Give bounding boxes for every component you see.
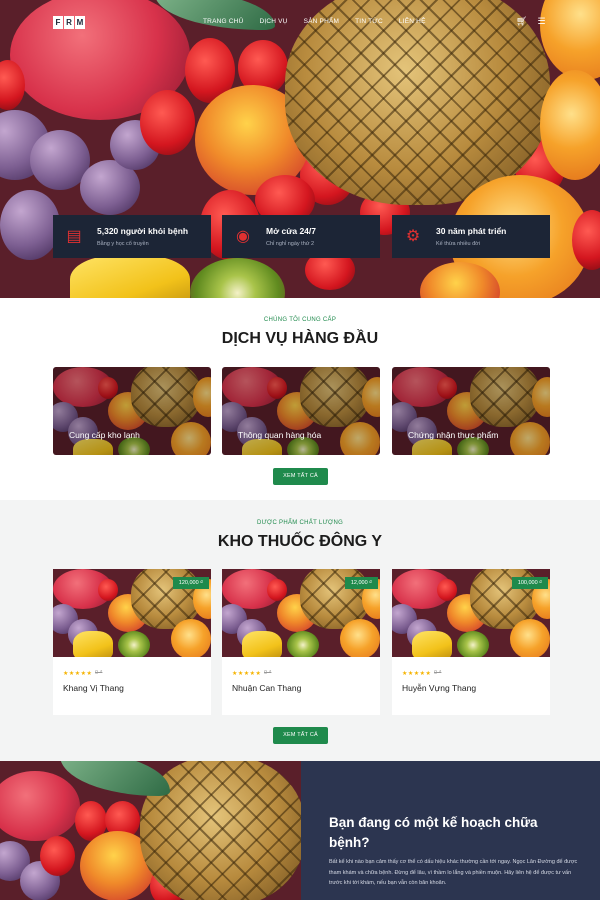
services-title: DỊCH VỤ HÀNG ĐẦU bbox=[221, 330, 379, 347]
product-card[interactable]: 12,000 ₫ ★★★★★ 0 ₫ Nhuận Can Thang bbox=[222, 569, 380, 715]
menu-item-news[interactable]: TIN TỨC bbox=[355, 18, 383, 25]
menu-item-services[interactable]: DỊCH VỤ bbox=[259, 18, 287, 25]
stat-subtitle: Chỉ nghỉ ngày thứ 2 bbox=[266, 241, 315, 247]
logo-letter: F bbox=[53, 16, 63, 29]
product-card[interactable]: 120,000 ₫ ★★★★★ 0 ₫ Khang Vị Thang bbox=[53, 569, 211, 715]
top-navigation: F R M TRANG CHỦ DỊCH VỤ SẢN PHẨM TIN TỨC… bbox=[0, 0, 600, 44]
stat-subtitle: Kế thừa nhiều đời bbox=[436, 241, 480, 247]
logo-letter: R bbox=[64, 16, 74, 29]
gear-icon: ⚙ bbox=[405, 227, 421, 245]
menu-item-home[interactable]: TRANG CHỦ bbox=[203, 18, 243, 25]
stat-title: 30 năm phát triển bbox=[436, 226, 507, 236]
service-card-food-certification[interactable]: Chứng nhận thực phẩm bbox=[392, 367, 550, 455]
products-title: KHO THUỐC ĐÔNG Y bbox=[217, 533, 383, 550]
site-logo[interactable]: F R M bbox=[53, 16, 85, 29]
cta-title: Bạn đang có một kế hoạch chữa bệnh? bbox=[329, 815, 538, 850]
rating-stars: ★★★★★ bbox=[63, 671, 93, 677]
menu-item-products[interactable]: SẢN PHẨM bbox=[304, 18, 340, 25]
stat-subtitle: Bằng y học cổ truyền bbox=[97, 241, 149, 247]
nav-icons: 🛒︎ ☰ bbox=[516, 16, 546, 26]
main-menu: TRANG CHỦ DỊCH VỤ SẢN PHẨM TIN TỨC LIÊN … bbox=[203, 18, 426, 25]
price-badge: 100,000 ₫ bbox=[511, 577, 548, 589]
stat-card-hours: ◉ Mở cửa 24/7 Chỉ nghỉ ngày thứ 2 bbox=[222, 215, 380, 258]
service-title: Chứng nhận thực phẩm bbox=[408, 430, 499, 440]
cta-panel: Bạn đang có một kế hoạch chữa bệnh? Bất … bbox=[301, 761, 600, 900]
products-label: DƯỢC PHẨM CHẤT LƯỢNG bbox=[256, 520, 344, 526]
old-price: 0 ₫ bbox=[264, 670, 272, 676]
price-badge: 12,000 ₫ bbox=[344, 577, 378, 589]
cta-text: Bất kể khi nào bạn cảm thấy cơ thể có dấ… bbox=[329, 859, 578, 886]
services-label: CHÚNG TÔI CUNG CẤP bbox=[263, 317, 337, 323]
service-card-customs[interactable]: Thông quan hàng hóa bbox=[222, 367, 380, 455]
rating-stars: ★★★★★ bbox=[232, 671, 262, 677]
logo-letter: M bbox=[75, 16, 85, 29]
menu-icon[interactable]: ☰ bbox=[537, 16, 545, 26]
cart-icon[interactable]: 🛒︎ bbox=[516, 16, 527, 26]
view-all-services-button[interactable]: XEM TẤT CẢ bbox=[273, 468, 328, 485]
service-title: Cung cấp kho lạnh bbox=[69, 430, 140, 440]
price-badge: 120,000 ₫ bbox=[172, 577, 209, 589]
product-name[interactable]: Huyễn Vựng Thang bbox=[402, 683, 476, 693]
document-icon: ▤ bbox=[66, 227, 82, 245]
stat-card-years: ⚙ 30 năm phát triển Kế thừa nhiều đời bbox=[392, 215, 550, 258]
headset-icon: ◉ bbox=[236, 227, 250, 245]
stat-card-patients: ▤ 5,320 người khỏi bệnh Bằng y học cổ tr… bbox=[53, 215, 211, 258]
cta-image bbox=[0, 761, 301, 900]
product-name[interactable]: Khang Vị Thang bbox=[63, 683, 124, 693]
product-name[interactable]: Nhuận Can Thang bbox=[232, 683, 301, 693]
stat-title: 5,320 người khỏi bệnh bbox=[97, 226, 189, 236]
view-all-products-button[interactable]: XEM TẤT CẢ bbox=[273, 727, 328, 744]
old-price: 0 ₫ bbox=[95, 670, 103, 676]
old-price: 0 ₫ bbox=[434, 670, 442, 676]
menu-item-contact[interactable]: LIÊN HỆ bbox=[399, 18, 426, 25]
stat-title: Mở cửa 24/7 bbox=[266, 226, 316, 236]
rating-stars: ★★★★★ bbox=[402, 671, 432, 677]
product-card[interactable]: 100,000 ₫ ★★★★★ 0 ₫ Huyễn Vựng Thang bbox=[392, 569, 550, 715]
service-card-cold-storage[interactable]: Cung cấp kho lạnh bbox=[53, 367, 211, 455]
service-title: Thông quan hàng hóa bbox=[238, 430, 322, 440]
